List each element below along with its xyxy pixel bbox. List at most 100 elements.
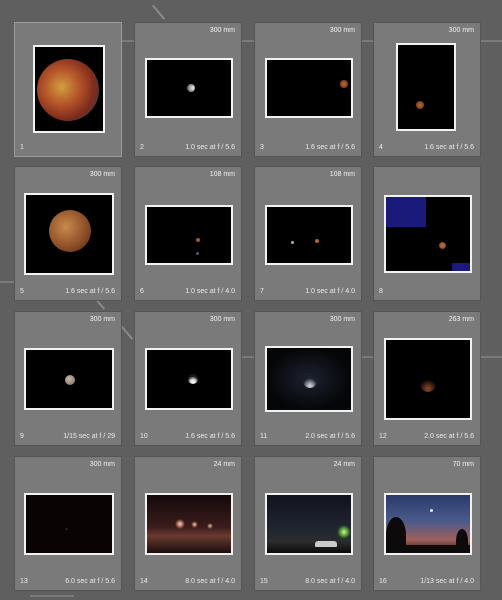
connector-line <box>481 356 502 358</box>
photo-thumbnail[interactable] <box>24 193 114 275</box>
moon-image <box>37 59 99 121</box>
photo-index: 16 <box>379 578 387 585</box>
moon-image <box>65 528 68 530</box>
photo-cell-13[interactable]: 300 mm 13 6.0 sec at f / 5.6 <box>14 456 122 591</box>
photo-index: 8 <box>379 288 383 295</box>
photo-cell-15[interactable]: 24 mm 15 8.0 sec at f / 4.0 <box>254 456 362 591</box>
photo-index: 13 <box>20 578 28 585</box>
photo-cell-2[interactable]: 300 mm 2 1.0 sec at f / 5.6 <box>134 22 242 157</box>
street-light <box>207 523 213 529</box>
exposure-info: 1/13 sec at f / 4.0 <box>420 578 474 585</box>
exposure-info: 1.6 sec at f / 5.6 <box>185 433 235 440</box>
focal-length: 300 mm <box>329 316 355 323</box>
exposure-info: 2.0 sec at f / 5.6 <box>424 433 474 440</box>
connector-line <box>30 595 74 597</box>
photo-index: 9 <box>20 433 24 440</box>
photo-cell-6[interactable]: 108 mm 6 1.0 sec at f / 4.0 <box>134 166 242 301</box>
photo-index: 14 <box>140 578 148 585</box>
moon-image <box>303 374 317 388</box>
photo-index: 2 <box>140 144 144 151</box>
moon-image <box>439 242 446 249</box>
photo-thumbnail[interactable] <box>265 58 353 118</box>
photo-thumbnail[interactable] <box>24 493 114 555</box>
focal-length: 108 mm <box>209 171 235 178</box>
photo-cell-12[interactable]: 263 mm 12 2.0 sec at f / 5.6 <box>373 311 481 446</box>
focal-length: 300 mm <box>89 316 115 323</box>
moon-image <box>65 375 75 385</box>
moon-image <box>188 374 198 384</box>
moon-image <box>315 239 319 243</box>
connector-line-diagonal <box>152 4 166 20</box>
exposure-info: 8.0 sec at f / 4.0 <box>305 578 355 585</box>
photo-thumbnail[interactable] <box>145 493 233 555</box>
photo-thumbnail[interactable] <box>24 348 114 410</box>
photo-cell-9[interactable]: 300 mm 9 1/15 sec at f / 29 <box>14 311 122 446</box>
photo-thumbnail[interactable] <box>145 58 233 118</box>
photo-index: 10 <box>140 433 148 440</box>
photo-index: 3 <box>260 144 264 151</box>
photo-thumbnail[interactable] <box>384 338 472 420</box>
exposure-info: 1.0 sec at f / 4.0 <box>305 288 355 295</box>
blue-artifact <box>452 263 470 271</box>
focal-length: 24 mm <box>213 461 235 468</box>
photo-cell-14[interactable]: 24 mm 14 8.0 sec at f / 4.0 <box>134 456 242 591</box>
photo-thumbnail[interactable] <box>384 195 472 273</box>
exposure-info: 1.0 sec at f / 4.0 <box>185 288 235 295</box>
exposure-info: 8.0 sec at f / 4.0 <box>185 578 235 585</box>
exposure-info: 1.6 sec at f / 5.6 <box>305 144 355 151</box>
moon-image <box>196 238 200 242</box>
photo-thumbnail[interactable] <box>265 493 353 555</box>
photo-cell-11[interactable]: 300 mm 11 2.0 sec at f / 5.6 <box>254 311 362 446</box>
photo-index: 4 <box>379 144 383 151</box>
filmstrip-grid: 1 300 mm 2 1.0 sec at f / 5.6 300 mm 3 1… <box>0 0 502 600</box>
ground-silhouette <box>386 545 470 553</box>
moon-image <box>291 241 294 244</box>
blue-artifact <box>386 197 426 227</box>
street-light <box>191 521 198 528</box>
photo-index: 6 <box>140 288 144 295</box>
photo-thumbnail[interactable] <box>384 493 472 555</box>
photo-cell-4[interactable]: 300 mm 4 1.6 sec at f / 5.6 <box>373 22 481 157</box>
photo-cell-1[interactable]: 1 <box>14 22 122 157</box>
photo-cell-16[interactable]: 70 mm 16 1/13 sec at f / 4.0 <box>373 456 481 591</box>
photo-index: 11 <box>260 433 268 440</box>
moon-image <box>340 80 348 88</box>
photo-thumbnail[interactable] <box>145 348 233 410</box>
connector-line <box>481 40 502 42</box>
photo-index: 5 <box>20 288 24 295</box>
photo-cell-8[interactable]: 8 <box>373 166 481 301</box>
exposure-info: 6.0 sec at f / 5.6 <box>65 578 115 585</box>
focal-length: 300 mm <box>89 461 115 468</box>
exposure-info: 1.6 sec at f / 5.6 <box>424 144 474 151</box>
photo-cell-10[interactable]: 300 mm 10 1.6 sec at f / 5.6 <box>134 311 242 446</box>
moon-image <box>420 376 436 392</box>
photo-thumbnail[interactable] <box>396 43 456 131</box>
focal-length: 300 mm <box>329 27 355 34</box>
photo-index: 1 <box>20 144 24 151</box>
photo-index: 15 <box>260 578 268 585</box>
connector-line <box>0 281 14 283</box>
photo-thumbnail[interactable] <box>265 205 353 265</box>
focal-length: 108 mm <box>329 171 355 178</box>
focal-length: 300 mm <box>448 27 474 34</box>
focal-length: 24 mm <box>333 461 355 468</box>
focal-length: 70 mm <box>452 461 474 468</box>
photo-index: 7 <box>260 288 264 295</box>
photo-thumbnail[interactable] <box>145 205 233 265</box>
parked-car <box>315 541 337 547</box>
focal-length: 300 mm <box>89 171 115 178</box>
focal-length: 300 mm <box>209 316 235 323</box>
moon-image <box>196 252 199 255</box>
green-light <box>337 525 351 539</box>
photo-thumbnail[interactable] <box>33 45 105 133</box>
exposure-info: 1.6 sec at f / 5.6 <box>65 288 115 295</box>
photo-thumbnail[interactable] <box>265 346 353 412</box>
moon-image <box>187 84 195 92</box>
photo-cell-7[interactable]: 108 mm 7 1.0 sec at f / 4.0 <box>254 166 362 301</box>
photo-cell-3[interactable]: 300 mm 3 1.6 sec at f / 5.6 <box>254 22 362 157</box>
focal-length: 263 mm <box>448 316 474 323</box>
focal-length: 300 mm <box>209 27 235 34</box>
moon-image <box>430 509 433 512</box>
exposure-info: 1.0 sec at f / 5.6 <box>185 144 235 151</box>
photo-cell-5[interactable]: 300 mm 5 1.6 sec at f / 5.6 <box>14 166 122 301</box>
